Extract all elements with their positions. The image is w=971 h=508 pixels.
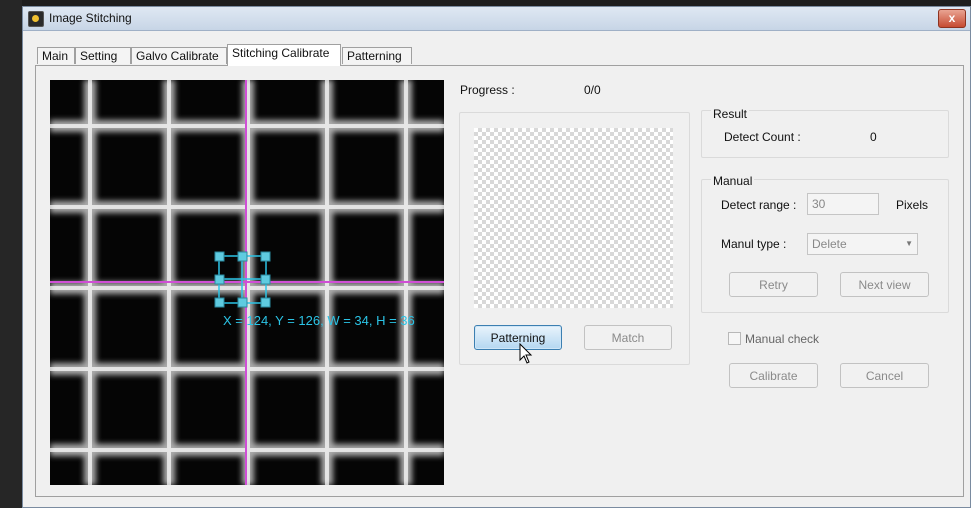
detect-count-label: Detect Count : <box>724 130 801 144</box>
tab-setting[interactable]: Setting <box>75 47 131 64</box>
match-button[interactable]: Match <box>584 325 672 350</box>
chevron-down-icon: ▼ <box>905 239 913 248</box>
next-view-button[interactable]: Next view <box>840 272 929 297</box>
mouse-pointer-icon <box>519 343 533 364</box>
manual-group-label: Manual <box>711 174 755 188</box>
detect-range-label: Detect range : <box>721 198 797 212</box>
manual-type-select[interactable]: Delete ▼ <box>807 233 918 255</box>
tab-stitching-calibrate[interactable]: Stitching Calibrate <box>227 44 341 66</box>
title-bar[interactable]: Image Stitching x <box>23 7 970 31</box>
close-icon[interactable]: x <box>938 9 966 28</box>
manual-type-value: Delete <box>812 237 847 251</box>
pattern-preview <box>474 128 673 308</box>
selection-coordinates: X = 124, Y = 126, W = 34, H = 36 <box>223 313 415 328</box>
calibrate-button[interactable]: Calibrate <box>729 363 818 388</box>
progress-value: 0/0 <box>584 83 601 97</box>
manual-check-checkbox[interactable] <box>728 332 741 345</box>
tab-galvo-calibrate[interactable]: Galvo Calibrate <box>131 47 227 64</box>
window-title: Image Stitching <box>49 11 132 25</box>
pixels-label: Pixels <box>896 198 929 212</box>
camera-view[interactable]: X = 124, Y = 126, W = 34, H = 36 <box>50 80 444 485</box>
detect-range-input[interactable]: 30 <box>807 193 879 215</box>
result-group-label: Result <box>711 107 750 121</box>
manual-type-label: Manul type : <box>721 237 787 251</box>
grid-image <box>50 80 444 485</box>
tab-main[interactable]: Main <box>37 47 75 64</box>
detect-count-value: 0 <box>870 130 877 144</box>
retry-button[interactable]: Retry <box>729 272 818 297</box>
tab-patterning[interactable]: Patterning <box>342 47 412 64</box>
progress-label: Progress : <box>460 83 515 97</box>
patterning-button[interactable]: Patterning <box>474 325 562 350</box>
image-stitching-window: Image Stitching x Main Setting Galvo Cal… <box>22 6 971 508</box>
manual-check-label: Manual check <box>745 332 820 346</box>
app-icon <box>28 11 44 27</box>
cancel-button[interactable]: Cancel <box>840 363 929 388</box>
background-left <box>0 0 22 508</box>
